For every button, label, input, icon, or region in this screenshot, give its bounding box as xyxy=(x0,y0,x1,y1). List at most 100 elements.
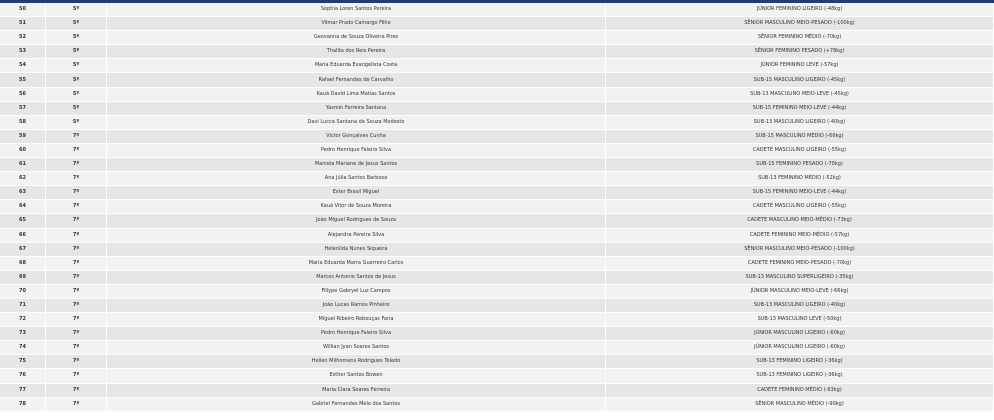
row-number: 76 xyxy=(0,369,46,384)
row-number: 60 xyxy=(0,143,46,159)
athlete-category: SUB-13 MASCULINO LEVE (-50kg) xyxy=(606,313,994,328)
row-number: 77 xyxy=(0,383,46,398)
row-placement: 7º xyxy=(46,172,107,187)
row-number: 78 xyxy=(0,397,46,412)
athlete-name: Esther Santos Bowen xyxy=(107,369,606,384)
table-row: 76 7º Esther Santos Bowen SUB-13 FEMININO L… xyxy=(0,369,994,384)
athlete-category: CADETE FEMININO MÉDIO (-63kg) xyxy=(606,383,994,398)
row-number: 54 xyxy=(0,59,46,74)
table-row: 52 5º Geovanna de Souza Oliveira Pires SÊNI… xyxy=(0,31,994,46)
athlete-name: Pedro Henrique Faleiro Silva xyxy=(107,143,606,159)
athlete-name: Vilmar Prado Camargo Filho xyxy=(107,17,606,32)
table-row: 53 5º Thalita dos Reis Pereira SÊNIOR FEMIN… xyxy=(0,45,994,60)
row-placement: 5º xyxy=(46,3,107,18)
row-placement: 7º xyxy=(46,383,107,398)
row-placement: 7º xyxy=(46,397,107,412)
table-row: 61 7º Marcela Mariane de Jesus Santos SUB-1… xyxy=(0,158,994,173)
row-placement: 7º xyxy=(46,129,107,144)
athlete-name: João Miguel Rodrigues de Souza xyxy=(107,214,606,229)
row-placement: 5º xyxy=(46,59,107,74)
athlete-name: Ester Brasil Miguel xyxy=(107,186,606,201)
row-placement: 5º xyxy=(46,31,107,46)
athlete-category: CADETE FEMININO MEIO-PESADO (-70kg) xyxy=(606,256,994,271)
athlete-category: SUB-13 FEMININO MÉDIO (-52kg) xyxy=(606,172,994,187)
row-number: 50 xyxy=(0,3,46,18)
row-placement: 5º xyxy=(46,115,107,130)
athlete-name: Maria Eduarda Marra Guerreiro Carlos xyxy=(107,256,606,271)
row-number: 68 xyxy=(0,256,46,271)
table-row: 57 5º Yasmin Ferreira Santana SUB-15 FEMINI… xyxy=(0,101,994,116)
row-number: 62 xyxy=(0,172,46,187)
row-number: 67 xyxy=(0,242,46,257)
athlete-name: Sophia Loren Santos Pereira xyxy=(107,3,606,18)
athlete-category: SÊNIOR FEMININO PESADO (+78kg) xyxy=(606,45,994,60)
athlete-category: CADETE MASCULINO LIGEIRO (-55kg) xyxy=(606,143,994,159)
athlete-category: SUB-13 MASCULINO MEIO-LEVE (-45kg) xyxy=(606,87,994,102)
athlete-name: Ana Júlia Santos Barbosa xyxy=(107,172,606,187)
row-placement: 7º xyxy=(46,270,107,285)
athlete-category: SÊNIOR MASCULINO MÉDIO (-90kg) xyxy=(606,397,994,412)
row-placement: 7º xyxy=(46,256,107,271)
row-placement: 7º xyxy=(46,298,107,314)
athlete-category: SUB-13 MASCULINO LIGEIRO (-40kg) xyxy=(606,115,994,130)
table-row: 70 7º Fillype Gabryel Luz Campos JÚNIOR MAS… xyxy=(0,284,994,299)
row-number: 63 xyxy=(0,186,46,201)
table-row: 67 7º Helenilda Nunes Siqueira SÊNIOR MASCU… xyxy=(0,242,994,257)
row-number: 58 xyxy=(0,115,46,130)
table-row: 75 7º Hellen Milhomens Rodrigues Toledo SUB… xyxy=(0,355,994,370)
athlete-category: SÊNIOR MASCULINO MEIO-PESADO (-100kg) xyxy=(606,242,994,257)
row-placement: 7º xyxy=(46,228,107,243)
row-number: 55 xyxy=(0,73,46,88)
row-placement: 7º xyxy=(46,186,107,201)
athlete-category: JÚNIOR MASCULINO MEIO-LEVE (-66kg) xyxy=(606,284,994,299)
row-placement: 7º xyxy=(46,341,107,356)
athlete-name: Rafael Fernandes de Carvalho xyxy=(107,73,606,88)
athlete-category: SUB-15 FEMININO MEIO-LEVE (-44kg) xyxy=(606,186,994,201)
athlete-category: CADETE MASCULINO LIGEIRO (-55kg) xyxy=(606,200,994,215)
athlete-name: Pedro Henrique Faleiro Silva xyxy=(107,327,606,342)
table-row: 77 7º Maria Clara Soares Ferreira CADETE FE… xyxy=(0,383,994,398)
table-row: 78 7º Gabriel Fernandes Melo dos Santos SÊN… xyxy=(0,397,994,412)
athlete-name: Victor Gonçalves Cunha xyxy=(107,129,606,144)
athlete-category: JÚNIOR MASCULINO LIGEIRO (-60kg) xyxy=(606,327,994,342)
row-placement: 7º xyxy=(46,313,107,328)
row-placement: 5º xyxy=(46,17,107,32)
athlete-name: Miguel Ribeiro Rebouças Faria xyxy=(107,313,606,328)
athlete-category: SUB-13 MASCULINO LIGEIRO (-40kg) xyxy=(606,298,994,314)
athlete-name: Kauã Vitor de Souza Moreira xyxy=(107,200,606,215)
athlete-name: Maria Eduarda Evangelista Costa xyxy=(107,59,606,74)
row-number: 51 xyxy=(0,17,46,32)
row-number: 66 xyxy=(0,228,46,243)
athlete-name: Marcela Mariane de Jesus Santos xyxy=(107,158,606,173)
row-number: 71 xyxy=(0,298,46,314)
athlete-name: Fillype Gabryel Luz Campos xyxy=(107,284,606,299)
table-row: 66 7º Alejandra Pereira Silva CADETE FEMINI… xyxy=(0,228,994,243)
row-placement: 7º xyxy=(46,369,107,384)
athlete-name: Thalita dos Reis Pereira xyxy=(107,45,606,60)
row-number: 52 xyxy=(0,31,46,46)
athlete-category: SUB-15 MASCULINO LIGEIRO (-45kg) xyxy=(606,73,994,88)
athlete-category: SÊNIOR MASCULINO MEIO-PESADO (-100kg) xyxy=(606,17,994,32)
row-number: 73 xyxy=(0,327,46,342)
table-row: 72 7º Miguel Ribeiro Rebouças Faria SUB-13 … xyxy=(0,313,994,328)
table-row: 65 7º João Miguel Rodrigues de Souza CADETE… xyxy=(0,214,994,229)
row-number: 59 xyxy=(0,129,46,144)
athlete-name: Hellen Milhomens Rodrigues Toledo xyxy=(107,355,606,370)
table-row: 50 5º Sophia Loren Santos Pereira JÚNIOR FE… xyxy=(0,3,994,18)
row-number: 65 xyxy=(0,214,46,229)
row-placement: 5º xyxy=(46,45,107,60)
row-placement: 7º xyxy=(46,200,107,215)
table-row: 60 7º Pedro Henrique Faleiro Silva CADETE M… xyxy=(0,143,994,159)
table-row: 55 5º Rafael Fernandes de Carvalho SUB-15 M… xyxy=(0,73,994,88)
athlete-name: Marcos Antonio Santos de Jesus xyxy=(107,270,606,285)
row-number: 53 xyxy=(0,45,46,60)
row-number: 64 xyxy=(0,200,46,215)
row-number: 74 xyxy=(0,341,46,356)
table-row: 63 7º Ester Brasil Miguel SUB-15 FEMININO M… xyxy=(0,186,994,201)
row-number: 72 xyxy=(0,313,46,328)
athlete-name: Helenilda Nunes Siqueira xyxy=(107,242,606,257)
row-placement: 5º xyxy=(46,73,107,88)
athlete-category: CADETE FEMININO MEIO-MÉDIO (-57kg) xyxy=(606,228,994,243)
row-placement: 7º xyxy=(46,214,107,229)
row-number: 69 xyxy=(0,270,46,285)
